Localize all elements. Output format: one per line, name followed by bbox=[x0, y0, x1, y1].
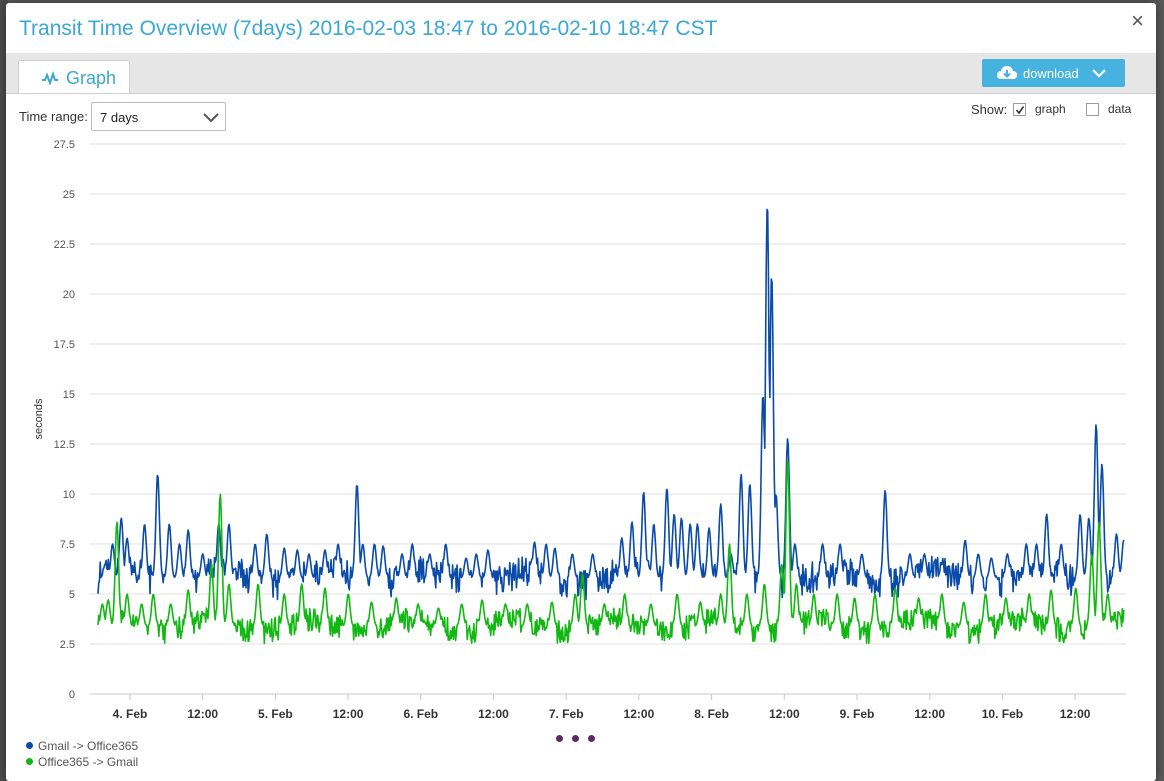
data-checkbox[interactable] bbox=[1086, 103, 1099, 116]
chevron-down-icon bbox=[1092, 69, 1106, 78]
x-tick-label: 12:00 bbox=[333, 707, 364, 721]
x-tick-label: 6. Feb bbox=[403, 707, 438, 721]
cloud-download-icon bbox=[997, 66, 1017, 79]
legend-item[interactable]: Gmail -> Office365 bbox=[26, 739, 138, 755]
download-label: download bbox=[1023, 66, 1079, 81]
time-range-select[interactable]: 7 days bbox=[91, 102, 226, 131]
pager-dot[interactable] bbox=[572, 735, 579, 742]
y-tick-label: 27.5 bbox=[54, 139, 75, 151]
x-tick-label: 12:00 bbox=[1060, 707, 1091, 721]
x-tick-label: 8. Feb bbox=[694, 707, 729, 721]
x-tick-label: 9. Feb bbox=[840, 707, 875, 721]
y-tick-label: 22.5 bbox=[54, 239, 75, 251]
graph-checkbox[interactable] bbox=[1013, 103, 1026, 116]
y-tick-label: 25 bbox=[63, 189, 75, 201]
x-tick-label: 4. Feb bbox=[113, 707, 148, 721]
chart-legend: Gmail -> Office365 Office365 -> Gmail bbox=[26, 739, 138, 771]
time-range-value: 7 days bbox=[100, 110, 139, 125]
x-tick-label: 12:00 bbox=[914, 707, 945, 721]
time-range-label: Time range: bbox=[19, 109, 88, 124]
y-tick-label: 10 bbox=[63, 489, 75, 501]
x-tick-label: 12:00 bbox=[187, 707, 218, 721]
x-tick-label: 10. Feb bbox=[982, 707, 1023, 721]
pager-dots[interactable] bbox=[556, 729, 604, 747]
series-line bbox=[97, 208, 1125, 601]
tab-graph-label: Graph bbox=[66, 68, 117, 88]
pager-dot[interactable] bbox=[556, 735, 563, 742]
x-tick-label: 12:00 bbox=[624, 707, 655, 721]
x-tick-label: 5. Feb bbox=[258, 707, 293, 721]
legend-item[interactable]: Office365 -> Gmail bbox=[26, 755, 138, 771]
dialog-title: Transit Time Overview (7days) 2016-02-03… bbox=[19, 17, 718, 40]
x-tick-label: 12:00 bbox=[478, 707, 509, 721]
y-tick-label: 0 bbox=[69, 689, 75, 701]
y-axis-label: seconds bbox=[33, 398, 45, 439]
series-line bbox=[97, 460, 1125, 645]
legend-label: Office365 -> Gmail bbox=[38, 755, 139, 769]
pager-dot[interactable] bbox=[588, 735, 595, 742]
tab-graph[interactable]: Graph bbox=[18, 60, 130, 93]
y-tick-label: 5 bbox=[69, 589, 75, 601]
transit-time-dialog: Transit Time Overview (7days) 2016-02-03… bbox=[6, 3, 1156, 781]
show-label: Show: bbox=[971, 102, 1008, 117]
tab-bar: Graph download bbox=[6, 53, 1156, 94]
data-checkbox-label: data bbox=[1108, 102, 1132, 116]
y-tick-label: 15 bbox=[63, 389, 75, 401]
y-tick-label: 12.5 bbox=[54, 439, 75, 451]
y-tick-label: 17.5 bbox=[54, 339, 75, 351]
chevron-down-icon bbox=[203, 113, 219, 123]
checkmark-icon bbox=[1015, 106, 1025, 115]
x-tick-label: 7. Feb bbox=[549, 707, 584, 721]
download-button[interactable]: download bbox=[982, 59, 1125, 87]
transit-time-chart: 0 2.5 5 7.5 10 12.5 15 17.5 20 22.5 25 27.5 4. Feb 12… bbox=[33, 139, 1126, 721]
legend-label: Gmail -> Office365 bbox=[38, 739, 139, 753]
x-tick-label: 12:00 bbox=[769, 707, 800, 721]
legend-marker bbox=[26, 758, 33, 765]
legend-marker bbox=[26, 742, 33, 749]
line-chart-icon bbox=[42, 71, 58, 85]
close-button[interactable]: × bbox=[1131, 8, 1144, 34]
y-tick-label: 20 bbox=[63, 289, 75, 301]
y-tick-label: 2.5 bbox=[60, 639, 75, 651]
graph-checkbox-label: graph bbox=[1035, 102, 1066, 116]
y-tick-label: 7.5 bbox=[60, 539, 75, 551]
